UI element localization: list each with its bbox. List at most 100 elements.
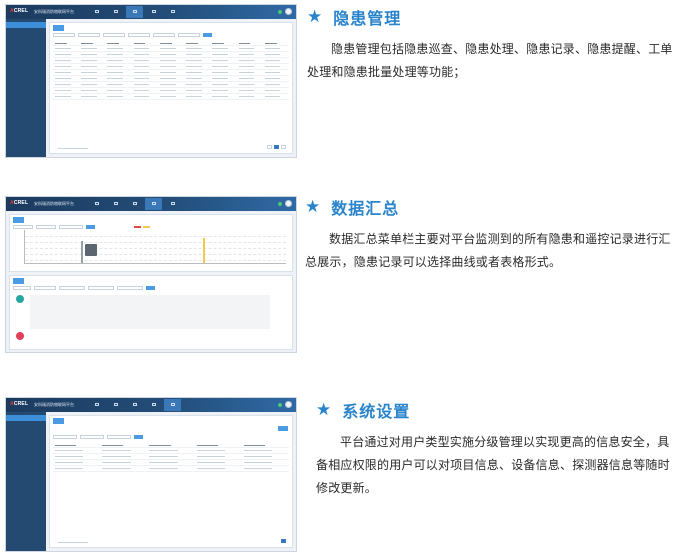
section-title-text: 隐患管理 [333,9,402,28]
chart-legend [134,226,150,228]
section-title: ★ 隐患管理 [307,5,675,29]
filter-bar [53,32,289,38]
record-status-icon [16,332,24,340]
pagination-info [58,147,88,149]
search-button[interactable] [86,224,95,230]
filter-bar [13,285,289,291]
app-name: 安科瑞消防物联网平台 [34,9,74,14]
sidebar-item[interactable] [6,441,46,447]
nav-item[interactable] [164,198,181,210]
filter-field[interactable] [178,32,200,38]
nav-item[interactable] [88,198,105,210]
filter-field[interactable] [59,285,85,291]
avatar[interactable] [285,200,292,207]
nav-item[interactable] [145,399,162,411]
record-detail [30,295,270,329]
section-hidden-danger: ★ 隐患管理 隐患管理包括隐患巡查、隐患处理、隐患记录、隐患提醒、工单处理和隐患… [307,5,675,84]
data-table [53,41,289,100]
section-title-text: 数据汇总 [331,199,400,218]
section-title: ★ 数据汇总 [305,195,675,219]
legend-swatch [134,226,141,228]
chart-bar [203,238,205,263]
sidebar [6,19,46,157]
nav-item[interactable] [164,6,181,18]
nav-item[interactable] [145,6,162,18]
pagination [281,539,286,543]
data-table [53,443,289,472]
nav-item[interactable] [88,6,105,18]
table-row [53,466,289,472]
search-button[interactable] [203,32,212,38]
nav-item[interactable] [126,399,143,411]
sidebar-item[interactable] [6,60,46,66]
table-row [53,94,289,100]
search-button[interactable] [146,285,155,291]
filter-bar [53,434,289,440]
filter-field[interactable] [13,285,31,291]
nav-item-active[interactable] [126,6,143,18]
screenshot-data-summary: ACREL 安科瑞消防物联网平台 [5,196,297,353]
section-body: 平台通过对用户类型实施分级管理以实现更高的信息安全，具备相应权限的用户可以对项目… [316,435,670,495]
filter-field[interactable] [34,285,56,291]
avatar[interactable] [285,8,292,15]
legend-swatch [143,226,150,228]
chart-plot-area [24,230,286,264]
filter-field[interactable] [36,224,56,230]
add-button[interactable] [278,426,288,431]
section-body: 数据汇总菜单栏主要对平台监测到的所有隐患和遥控记录进行汇总展示，隐患记录可以选择… [305,232,671,269]
top-nav [88,6,181,18]
section-data-summary: ★ 数据汇总 数据汇总菜单栏主要对平台监测到的所有隐患和遥控记录进行汇总展示，隐… [305,195,675,274]
nav-item[interactable] [88,399,105,411]
content-panel [49,415,293,548]
filter-field[interactable] [128,32,150,38]
status-dot [278,201,282,206]
top-nav [88,198,181,210]
filter-field[interactable] [78,32,100,38]
nav-item[interactable] [126,198,143,210]
page-button-current[interactable] [281,539,286,543]
page-button[interactable] [281,145,286,149]
tab-active[interactable] [13,278,24,284]
top-nav [88,399,181,411]
nav-item[interactable] [107,399,124,411]
page-button[interactable] [267,145,272,149]
section-system-settings: ★ 系统设置 平台通过对用户类型实施分级管理以实现更高的信息安全，具备相应权限的… [316,398,676,500]
section-title: ★ 系统设置 [316,398,676,422]
tab-active[interactable] [53,418,64,424]
nav-item-active[interactable] [164,399,181,411]
pagination-info [58,541,88,543]
filter-field[interactable] [13,224,33,230]
chart-tooltip [85,244,97,256]
filter-field[interactable] [80,434,104,440]
tab-active[interactable] [13,217,24,223]
nav-item-active[interactable] [145,198,162,210]
filter-field[interactable] [117,285,143,291]
sidebar [6,412,46,551]
filter-field[interactable] [153,32,175,38]
app-name: 安科瑞消防物联网平台 [34,201,74,206]
filter-field[interactable] [53,434,77,440]
app-header: ACREL 安科瑞消防物联网平台 [6,398,296,412]
filter-field[interactable] [53,32,75,38]
search-button[interactable] [134,434,143,440]
app-header: ACREL 安科瑞消防物联网平台 [6,5,296,19]
chart-bar [81,241,83,263]
app-header: ACREL 安科瑞消防物联网平台 [6,197,296,211]
nav-item[interactable] [107,6,124,18]
avatar[interactable] [285,401,292,408]
filter-field[interactable] [88,285,114,291]
nav-item[interactable] [107,198,124,210]
app-name: 安科瑞消防物联网平台 [34,402,74,407]
app-logo: ACREL [10,401,29,407]
filter-field[interactable] [103,32,125,38]
star-icon: ★ [307,7,324,27]
filter-field[interactable] [59,224,83,230]
status-dot [278,9,282,14]
chart-panel [9,214,293,272]
record-status-icon [16,295,24,303]
record-list-panel [9,275,293,350]
tab-active[interactable] [53,25,64,31]
screenshot-hidden-danger: ACREL 安科瑞消防物联网平台 [5,4,297,158]
page-button-current[interactable] [274,145,279,149]
filter-field[interactable] [107,434,131,440]
